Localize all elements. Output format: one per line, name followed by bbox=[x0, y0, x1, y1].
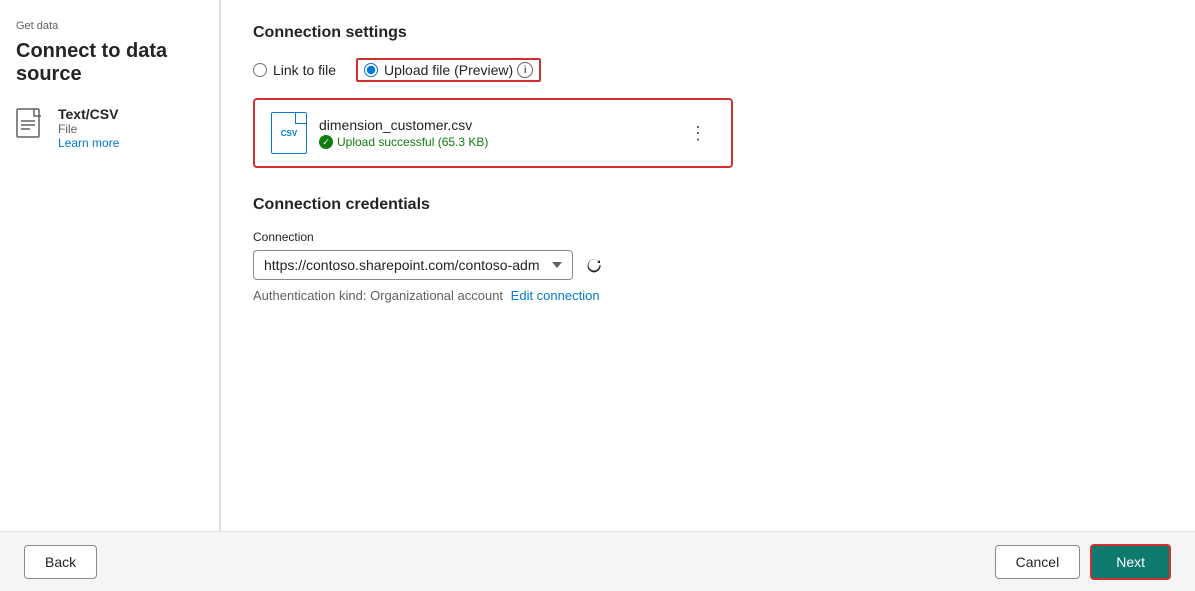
refresh-icon bbox=[586, 257, 602, 273]
file-more-options-button[interactable]: ⋮ bbox=[681, 119, 715, 148]
edit-connection-link[interactable]: Edit connection bbox=[511, 288, 600, 303]
credentials-section: Connection credentials Connection https:… bbox=[253, 196, 1163, 303]
link-to-file-label: Link to file bbox=[273, 62, 336, 78]
learn-more-link[interactable]: Learn more bbox=[58, 136, 119, 150]
sidebar-item-type: File bbox=[58, 122, 119, 136]
footer-right: Cancel Next bbox=[995, 544, 1171, 580]
file-details: dimension_customer.csv ✓ Upload successf… bbox=[319, 117, 488, 149]
auth-info: Authentication kind: Organizational acco… bbox=[253, 288, 1163, 303]
main-panel: Connection settings Link to file Upload … bbox=[221, 0, 1195, 531]
check-icon: ✓ bbox=[319, 135, 333, 149]
upload-file-label: Upload file (Preview) bbox=[384, 62, 513, 78]
connection-settings-title: Connection settings bbox=[253, 24, 1163, 42]
upload-info-icon[interactable]: i bbox=[517, 62, 533, 78]
file-info: CSV dimension_customer.csv ✓ Upload succ… bbox=[271, 112, 488, 154]
link-to-file-radio[interactable] bbox=[253, 63, 267, 77]
connection-settings-section: Connection settings Link to file Upload … bbox=[253, 24, 1163, 168]
upload-status: ✓ Upload successful (65.3 KB) bbox=[319, 135, 488, 149]
connection-field-label: Connection bbox=[253, 230, 1163, 244]
auth-text: Authentication kind: Organizational acco… bbox=[253, 288, 503, 303]
upload-status-text: Upload successful (65.3 KB) bbox=[337, 135, 488, 149]
sidebar-item-info: Text/CSV File Learn more bbox=[58, 106, 119, 150]
refresh-connection-button[interactable] bbox=[581, 252, 607, 278]
file-name: dimension_customer.csv bbox=[319, 117, 488, 133]
csv-file-icon: CSV bbox=[271, 112, 307, 154]
upload-file-option-wrapper: Upload file (Preview) i bbox=[356, 58, 541, 82]
sidebar-datasource-item: Text/CSV File Learn more bbox=[16, 106, 203, 150]
sidebar: Get data Connect to data source Text/CSV… bbox=[0, 0, 220, 531]
connection-row: https://contoso.sharepoint.com/contoso-a… bbox=[253, 250, 1163, 280]
cancel-button[interactable]: Cancel bbox=[995, 545, 1081, 579]
page-title: Connect to data source bbox=[16, 40, 203, 86]
file-upload-box: CSV dimension_customer.csv ✓ Upload succ… bbox=[253, 98, 733, 168]
link-to-file-option[interactable]: Link to file bbox=[253, 62, 336, 78]
sidebar-item-name: Text/CSV bbox=[58, 106, 119, 122]
text-csv-icon bbox=[16, 108, 48, 144]
connection-dropdown[interactable]: https://contoso.sharepoint.com/contoso-a… bbox=[253, 250, 573, 280]
upload-file-radio[interactable] bbox=[364, 63, 378, 77]
next-button[interactable]: Next bbox=[1090, 544, 1171, 580]
breadcrumb: Get data bbox=[16, 20, 203, 32]
footer: Back Cancel Next bbox=[0, 531, 1195, 591]
connection-type-radio-group: Link to file Upload file (Preview) i bbox=[253, 58, 1163, 82]
back-button[interactable]: Back bbox=[24, 545, 97, 579]
credentials-title: Connection credentials bbox=[253, 196, 1163, 214]
upload-file-option[interactable]: Upload file (Preview) bbox=[364, 62, 513, 78]
